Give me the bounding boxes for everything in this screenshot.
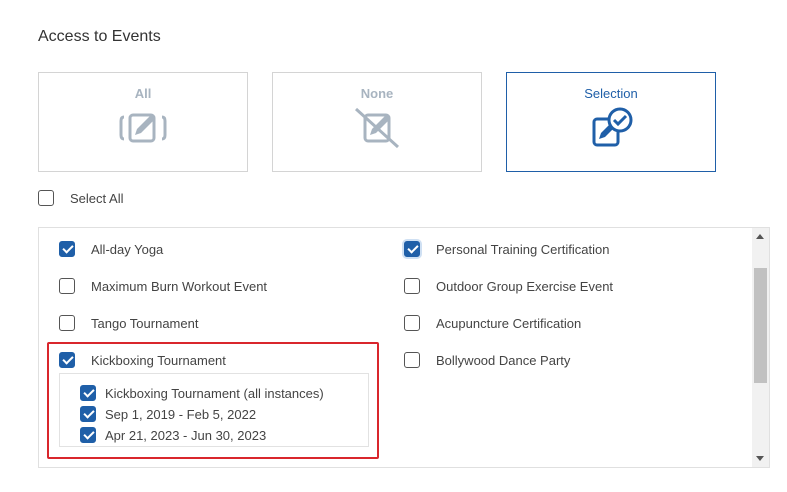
list-scrollbar[interactable] bbox=[752, 228, 769, 467]
event-item-all-day-yoga[interactable]: All-day Yoga bbox=[59, 241, 163, 257]
mode-label-none: None bbox=[360, 86, 394, 101]
event-item-bollywood[interactable]: Bollywood Dance Party bbox=[404, 352, 570, 368]
event-label: Personal Training Certification bbox=[436, 241, 610, 257]
event-label: Bollywood Dance Party bbox=[436, 352, 571, 368]
event-item-personal-training[interactable]: Personal Training Certification bbox=[404, 241, 609, 257]
scrollbar-thumb[interactable] bbox=[754, 268, 767, 383]
instance-item-2023[interactable]: Apr 21, 2023 - Jun 30, 2023 bbox=[80, 427, 266, 443]
event-checkbox[interactable] bbox=[59, 315, 75, 331]
event-checkbox[interactable] bbox=[404, 315, 420, 331]
mode-card-all[interactable]: All bbox=[38, 72, 248, 172]
event-item-acupuncture[interactable]: Acupuncture Certification bbox=[404, 315, 581, 331]
events-list: All-day Yoga Maximum Burn Workout Event … bbox=[38, 227, 770, 468]
edit-check-icon bbox=[592, 107, 633, 147]
section-title: Access to Events bbox=[38, 28, 161, 45]
event-checkbox[interactable] bbox=[59, 352, 75, 368]
instance-label: Apr 21, 2023 - Jun 30, 2023 bbox=[105, 427, 267, 443]
event-label: Acupuncture Certification bbox=[436, 315, 582, 331]
event-checkbox[interactable] bbox=[59, 241, 75, 257]
event-checkbox[interactable] bbox=[404, 278, 420, 294]
scroll-up-arrow-icon[interactable] bbox=[756, 234, 764, 239]
event-item-maximum-burn[interactable]: Maximum Burn Workout Event bbox=[59, 278, 267, 294]
instance-item-2019[interactable]: Sep 1, 2019 - Feb 5, 2022 bbox=[80, 406, 256, 422]
mode-label-all: All bbox=[134, 86, 152, 101]
event-item-outdoor-group[interactable]: Outdoor Group Exercise Event bbox=[404, 278, 613, 294]
event-label: Maximum Burn Workout Event bbox=[91, 278, 268, 294]
event-item-kickboxing[interactable]: Kickboxing Tournament bbox=[59, 352, 226, 368]
scroll-down-arrow-icon[interactable] bbox=[756, 456, 764, 461]
mode-card-selection[interactable]: Selection bbox=[506, 72, 716, 172]
instance-checkbox[interactable] bbox=[80, 385, 96, 401]
instance-item-all[interactable]: Kickboxing Tournament (all instances) bbox=[80, 385, 324, 401]
instance-label: Sep 1, 2019 - Feb 5, 2022 bbox=[105, 406, 257, 422]
event-item-tango[interactable]: Tango Tournament bbox=[59, 315, 198, 331]
select-all-row[interactable]: Select All bbox=[38, 190, 123, 206]
event-label: Kickboxing Tournament bbox=[91, 352, 226, 368]
mode-label-selection: Selection bbox=[584, 86, 638, 101]
instance-checkbox[interactable] bbox=[80, 427, 96, 443]
edit-disabled-icon bbox=[354, 107, 400, 149]
event-checkbox[interactable] bbox=[59, 278, 75, 294]
edit-multiple-icon bbox=[119, 113, 167, 143]
select-all-label: Select All bbox=[70, 190, 124, 206]
event-label: Tango Tournament bbox=[91, 315, 199, 331]
event-checkbox[interactable] bbox=[404, 241, 420, 257]
instance-checkbox[interactable] bbox=[80, 406, 96, 422]
event-label: Outdoor Group Exercise Event bbox=[436, 278, 614, 294]
instance-label: Kickboxing Tournament (all instances) bbox=[105, 385, 324, 401]
kickboxing-instances-panel: Kickboxing Tournament (all instances) Se… bbox=[59, 373, 369, 447]
event-label: All-day Yoga bbox=[91, 241, 164, 257]
mode-card-none[interactable]: None bbox=[272, 72, 482, 172]
event-checkbox[interactable] bbox=[404, 352, 420, 368]
select-all-checkbox[interactable] bbox=[38, 190, 54, 206]
